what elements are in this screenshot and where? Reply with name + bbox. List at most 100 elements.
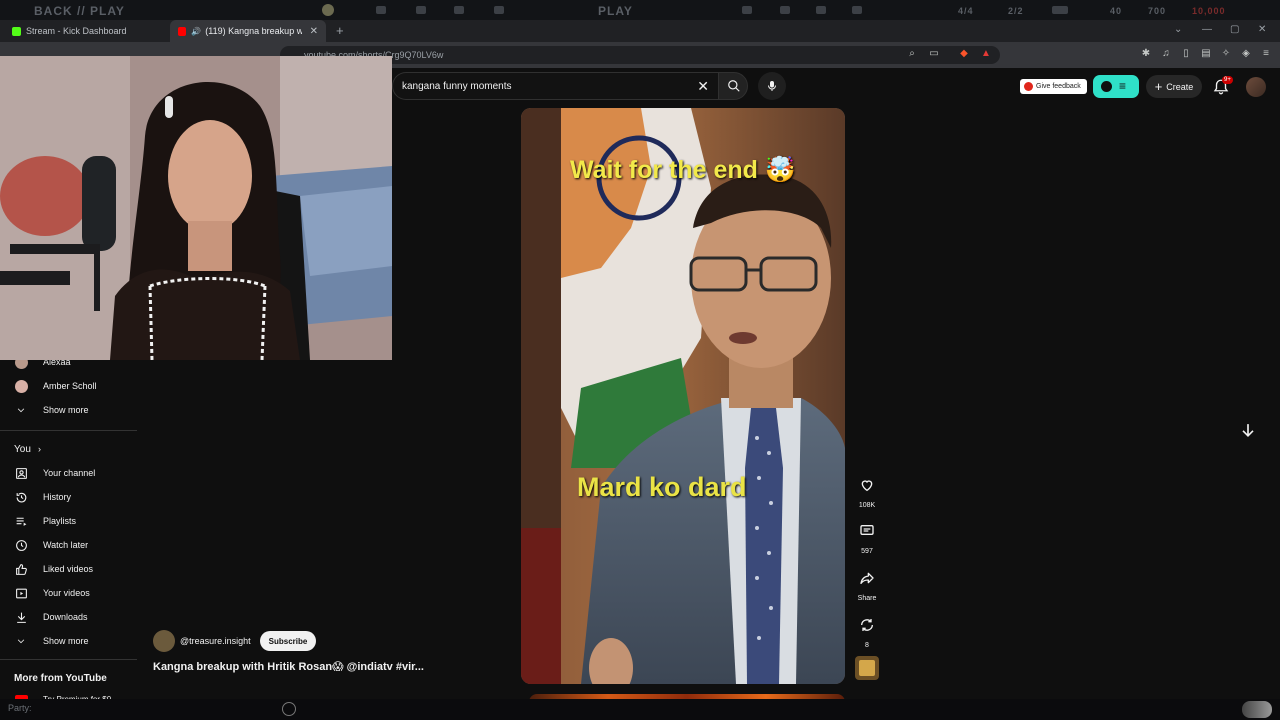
sidebar-item-label: Liked videos — [43, 564, 94, 574]
overlay-icon — [816, 6, 826, 14]
stream-status-bar: Party: — [0, 699, 1280, 720]
screen: BACK // PLAY PLAY 4/4 2/2 40 700 10,000 … — [0, 0, 1280, 720]
chevron-down-icon — [14, 403, 28, 417]
clear-search-icon[interactable]: ✕ — [697, 78, 709, 95]
create-button[interactable]: + Create — [1146, 75, 1202, 98]
brave-rewards-icon[interactable]: ▲ — [980, 48, 992, 60]
chevron-down-icon — [14, 634, 28, 648]
sidebar-item-playlists[interactable]: Playlists — [0, 510, 140, 532]
feedback-label: Give feedback — [1036, 83, 1081, 90]
sidebar-item-downloads[interactable]: Downloads — [0, 606, 140, 628]
sidebar-you-heading[interactable]: You › — [0, 438, 140, 460]
overlay-caption-top-text: Wait for the end — [569, 156, 758, 184]
maximize-icon[interactable]: ▢ — [1230, 24, 1239, 35]
play-video-icon — [14, 586, 28, 600]
sidebar-item-label: Your channel — [43, 468, 96, 478]
overlay-stat: 2/2 — [1008, 6, 1024, 16]
sidebar-divider — [0, 659, 137, 660]
sidebar-item-liked-videos[interactable]: Liked videos — [0, 558, 140, 580]
comments-button[interactable]: 597 — [854, 518, 880, 555]
menu-icon[interactable]: ≡ — [1260, 48, 1272, 60]
account-avatar[interactable] — [1246, 77, 1266, 97]
channel-name[interactable]: @treasure.insight — [180, 636, 251, 646]
thumbs-up-icon — [14, 562, 28, 576]
sidebar-item-watch-later[interactable]: Watch later — [0, 534, 140, 556]
youtube-favicon-icon — [178, 26, 187, 36]
webcam-overlay — [0, 56, 392, 360]
sidebar-item-subscription[interactable]: Amber Scholl — [0, 375, 140, 397]
tab-search-icon[interactable]: ⌄ — [1174, 24, 1182, 35]
next-video-button[interactable] — [1238, 420, 1258, 440]
share-label: Share — [857, 595, 877, 602]
music-icon[interactable]: ♫ — [1160, 48, 1172, 60]
tab-label: Stream - Kick Dashboard — [26, 26, 127, 36]
create-label: Create — [1166, 81, 1194, 92]
extensions-icon[interactable]: ✱ — [1140, 48, 1152, 60]
vpn-icon[interactable]: ◈ — [1240, 48, 1252, 60]
sidebar-item-your-channel[interactable]: Your channel — [0, 462, 140, 484]
chevron-right-icon: › — [38, 444, 41, 454]
extension-icon — [1101, 81, 1112, 92]
sidebar-item-label: Amber Scholl — [43, 381, 97, 391]
game-overlay-title: BACK // PLAY — [34, 4, 125, 18]
audio-thumbnail[interactable] — [855, 656, 879, 680]
brave-shields-icon[interactable]: ◆ — [958, 48, 970, 60]
account-box-icon — [14, 466, 28, 480]
overlay-stat: 40 — [1110, 6, 1123, 16]
history-icon — [14, 490, 28, 504]
sidebar-item-history[interactable]: History — [0, 486, 140, 508]
more-from-youtube-heading: More from YouTube — [14, 673, 107, 684]
overlay-icon — [376, 6, 386, 14]
overlay-app-icon[interactable] — [282, 702, 296, 716]
search-input[interactable]: kangana funny moments ✕ — [392, 72, 718, 100]
voice-search-button[interactable] — [758, 72, 786, 100]
kick-favicon-icon — [12, 26, 21, 36]
give-feedback-button[interactable]: Give feedback — [1020, 79, 1087, 94]
you-heading: You — [14, 443, 31, 455]
search-query: kangana funny moments — [402, 81, 512, 92]
sidebar-item-label: Show more — [43, 405, 89, 415]
zoom-icon[interactable]: ⌕ — [906, 48, 918, 60]
game-overlay-center: PLAY — [598, 4, 633, 18]
search-button[interactable] — [718, 72, 748, 100]
extension-button[interactable]: ≡ — [1093, 75, 1139, 98]
sidebar-item-label: History — [43, 492, 72, 502]
wallet-icon[interactable]: ▤ — [1200, 48, 1212, 60]
sidebar-divider — [0, 430, 137, 431]
like-count: 108K — [858, 502, 876, 509]
rank-icon — [322, 4, 334, 16]
sidebar-item-your-videos[interactable]: Your videos — [0, 582, 140, 604]
share-button[interactable]: Share — [854, 565, 880, 602]
minimize-icon[interactable]: — — [1202, 24, 1212, 35]
browser-tab-kick[interactable]: Stream - Kick Dashboard — [4, 20, 170, 42]
feedback-icon — [1024, 82, 1033, 91]
overlay-stat: 700 — [1148, 6, 1167, 16]
video-title[interactable]: Kangna breakup with Hritik Rosan😱 @india… — [153, 660, 424, 673]
game-overlay-bar: BACK // PLAY PLAY 4/4 2/2 40 700 10,000 — [0, 0, 1280, 20]
remix-icon — [861, 619, 873, 631]
sidebar-item-label: Playlists — [43, 516, 77, 526]
sidebar-item-label: Show more — [43, 636, 89, 646]
leo-ai-icon[interactable]: ✧ — [1220, 48, 1232, 60]
close-tab-icon[interactable]: ✕ — [310, 26, 318, 37]
like-button[interactable]: 108K — [854, 472, 880, 509]
new-tab-button[interactable]: + — [336, 23, 344, 38]
sidebar-item-label: Your videos — [43, 588, 90, 598]
close-window-icon[interactable]: ✕ — [1258, 24, 1266, 35]
sidebar-icon[interactable]: ▯ — [1180, 48, 1192, 60]
party-label: Party: — [8, 703, 32, 713]
sidebar-show-more-you[interactable]: Show more — [0, 630, 140, 652]
sidebar-show-more-subscriptions[interactable]: Show more — [0, 399, 140, 421]
overlay-stat: 4/4 — [958, 6, 974, 16]
remix-button[interactable]: 8 — [854, 612, 880, 649]
overlay-stat: 10,000 — [1192, 6, 1226, 16]
cast-icon[interactable]: ▭ — [928, 48, 940, 60]
playlist-icon — [14, 514, 28, 528]
overlay-icon — [852, 6, 862, 14]
webcam-feed — [0, 56, 392, 360]
shorts-video-player[interactable]: Wait for the end 🤯 Mard ko dard — [521, 108, 845, 684]
mail-icon — [1052, 6, 1068, 14]
subscribe-button[interactable]: Subscribe — [259, 631, 317, 651]
channel-avatar[interactable] — [153, 630, 175, 652]
browser-tab-youtube[interactable]: 🔊 (119) Kangna breakup with H ✕ — [170, 20, 326, 42]
